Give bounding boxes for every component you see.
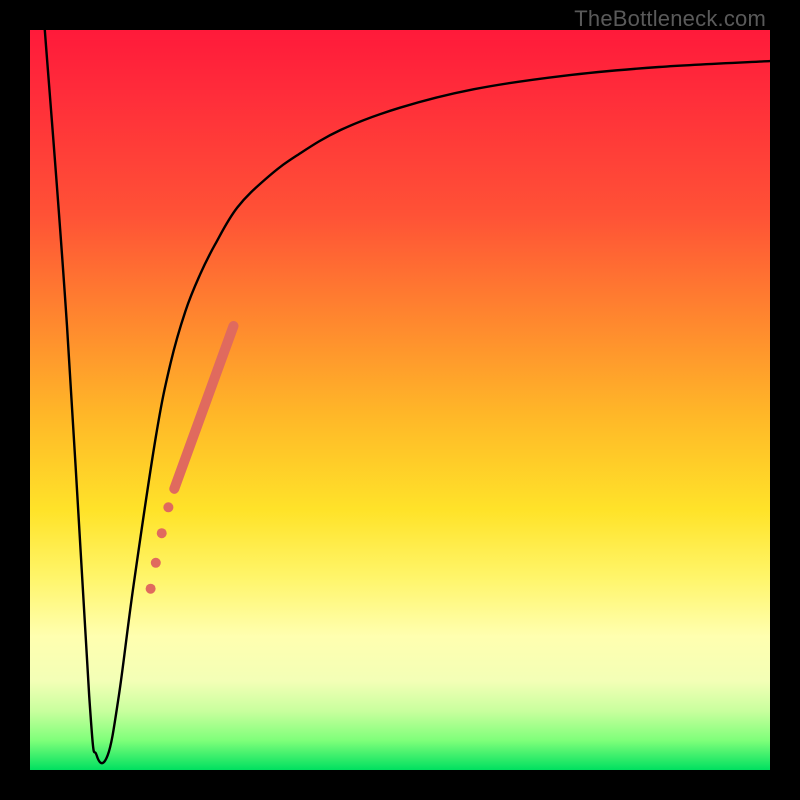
watermark-text: TheBottleneck.com [574, 6, 766, 32]
point-highlight-dots-3 [146, 584, 156, 594]
point-highlight-dots-2 [151, 558, 161, 568]
chart-frame: TheBottleneck.com [0, 0, 800, 800]
chart-svg [30, 30, 770, 770]
series-curve [45, 30, 770, 763]
plot-area [30, 30, 770, 770]
point-highlight-dots-1 [157, 528, 167, 538]
point-highlight-dots-0 [163, 502, 173, 512]
series-highlight-segment [174, 326, 233, 489]
